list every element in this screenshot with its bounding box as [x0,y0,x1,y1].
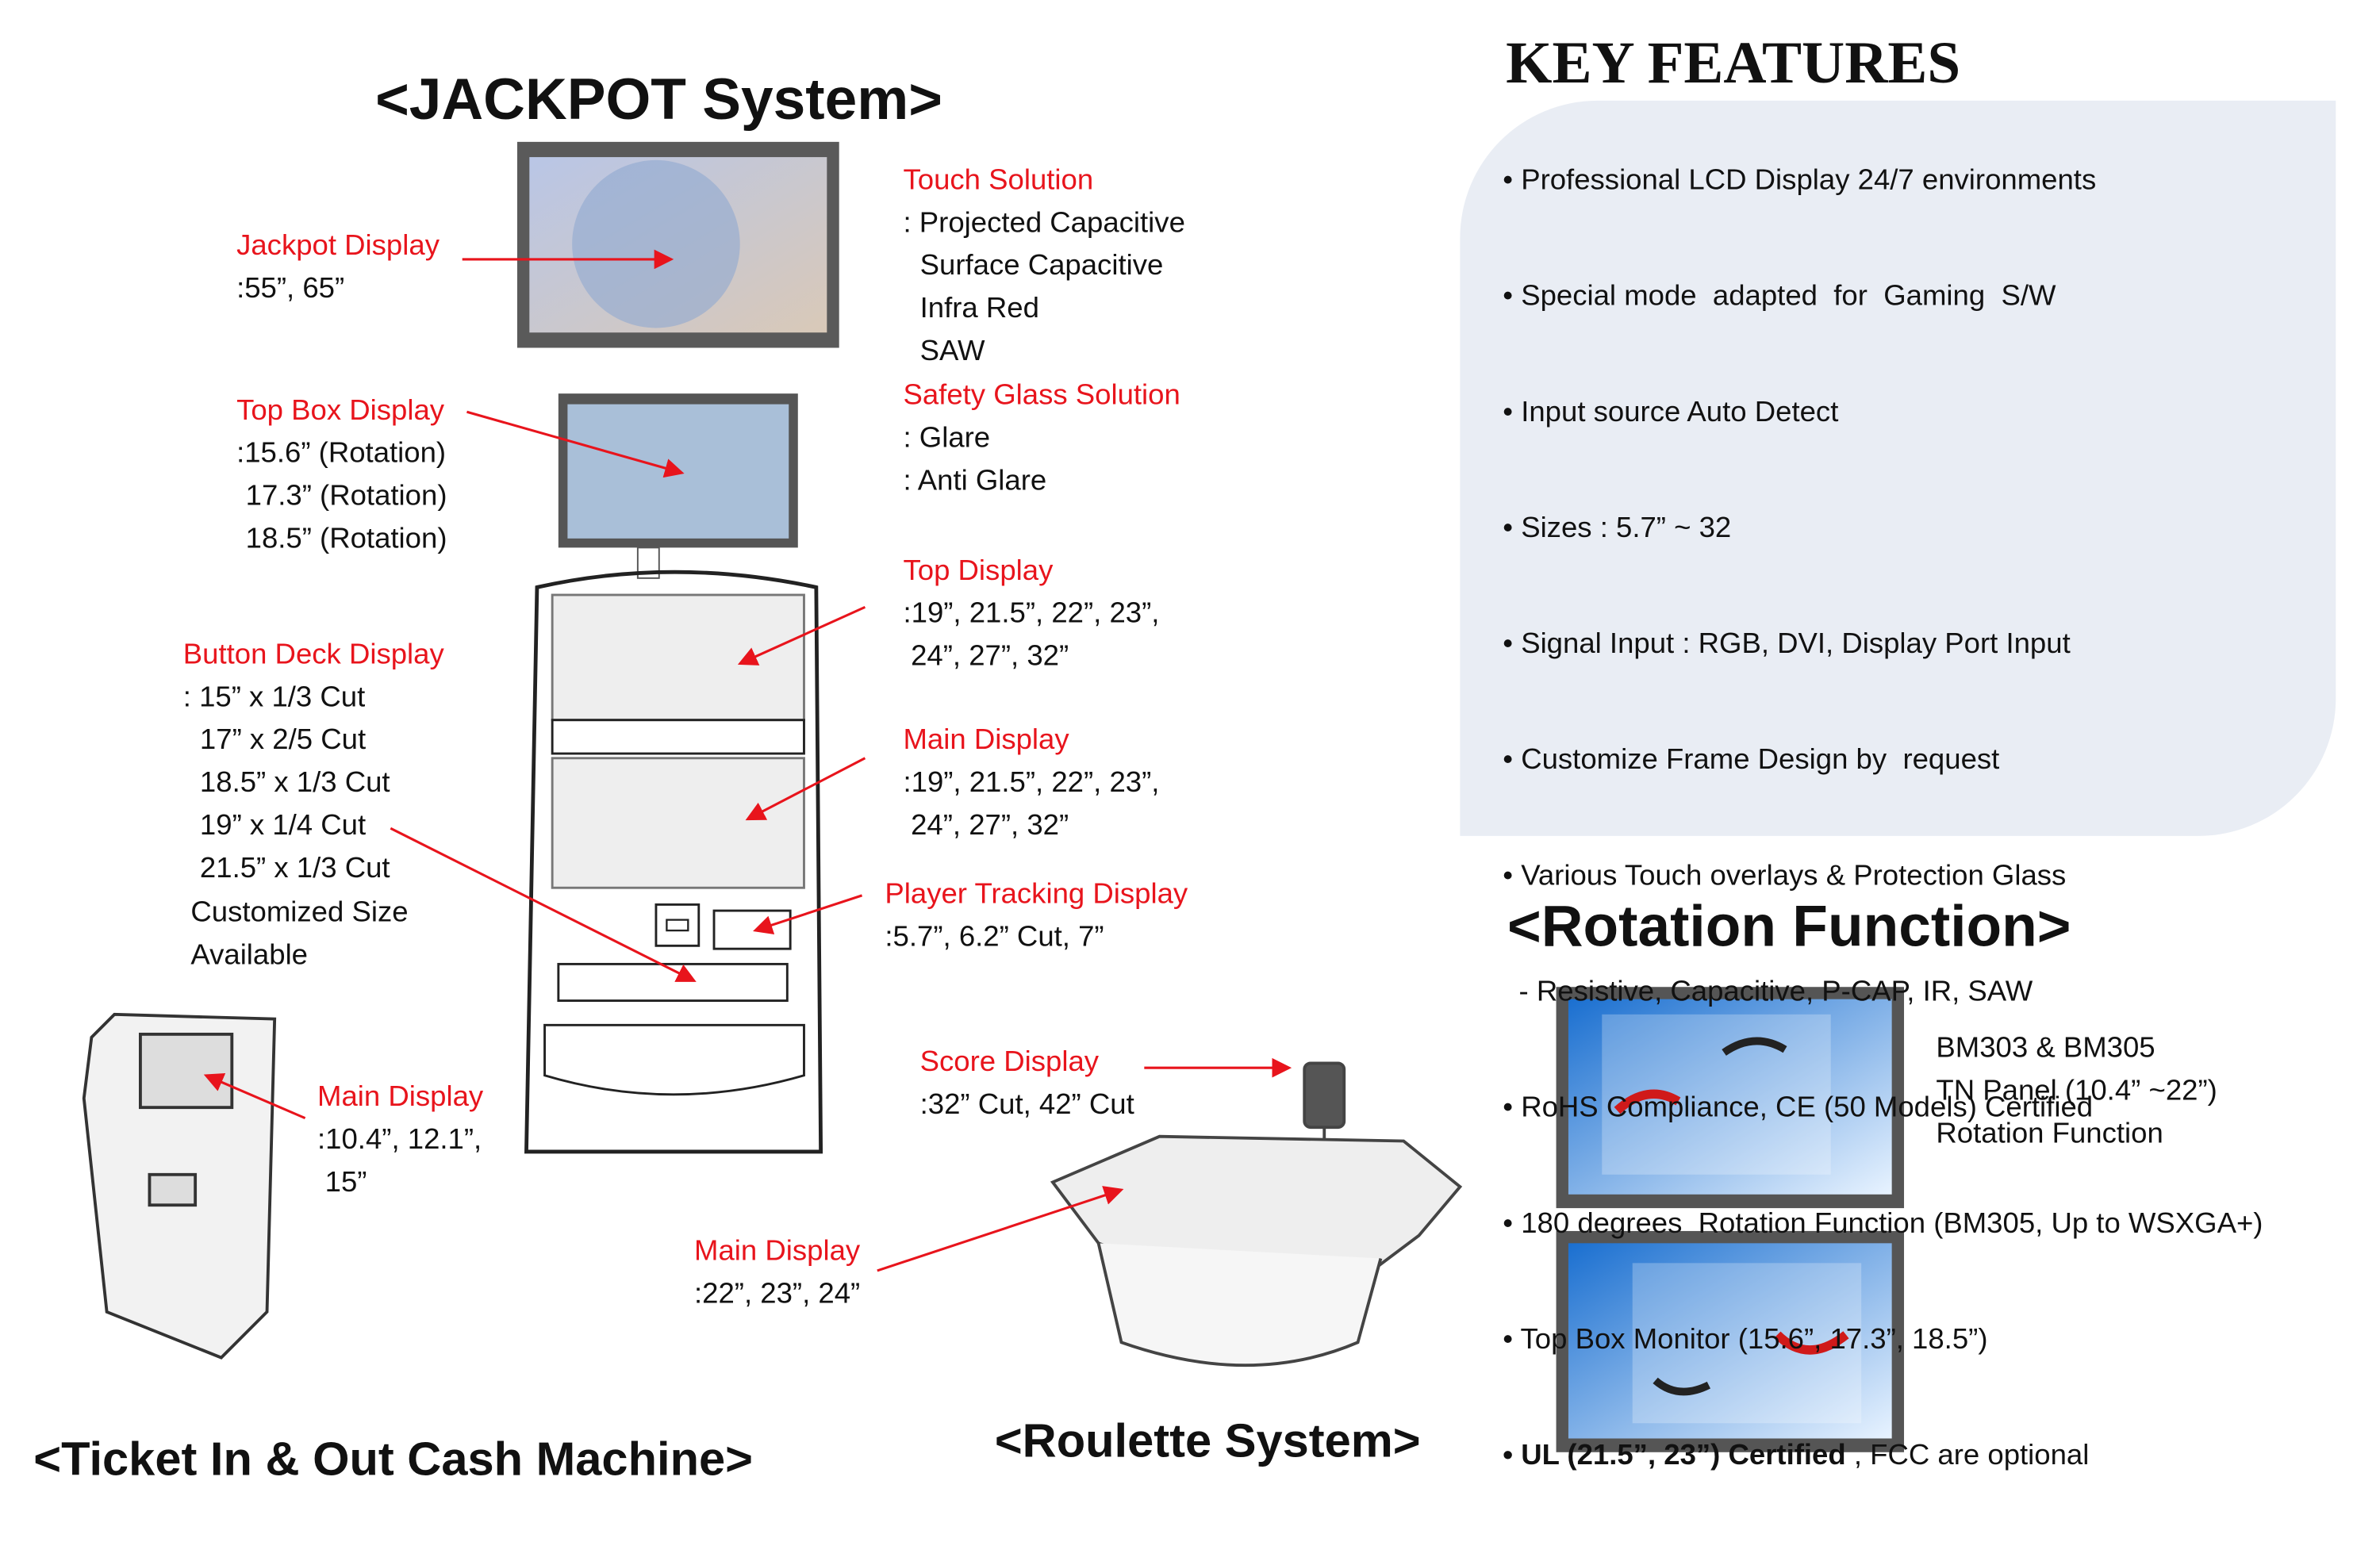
top-box-monitor-image [558,393,798,579]
main-display-sizes: 24”, 27”, 32” [911,810,1069,842]
slot-cabinet-image [524,570,823,1154]
feature-item: • Signal Input : RGB, DVI, Display Port … [1503,628,2071,661]
top-box-size: :15.6” (Rotation) [236,437,447,470]
button-deck-label: Button Deck Display [182,639,444,672]
ticket-main-display-sizes: 15” [324,1167,367,1199]
top-box-size: 17.3” (Rotation) [245,480,447,513]
arrow-player-tracking [753,894,863,935]
player-tracking-sizes: :5.7”, 6.2” Cut, 7” [885,921,1104,953]
top-box-size: 18.5” (Rotation) [245,523,447,556]
button-deck-note: Customized Size [190,896,409,930]
jackpot-display-label: Jackpot Display [236,230,440,263]
touch-solution-item: Surface Capacitive [919,250,1164,282]
top-display-sizes: :19”, 21.5”, 22”, 23”, [903,597,1160,631]
button-deck-size: 17” x 2/5 Cut [199,724,367,757]
rotation-function: Rotation Function [1936,1118,2163,1151]
fcc-optional: , FCC are optional [1845,1440,2090,1472]
jackpot-monitor-image [516,141,839,348]
safety-glass-item: : Glare [903,422,991,455]
ticket-machine-image [82,1012,277,1360]
rotation-models: BM303 & BM305 [1936,1032,2155,1065]
jackpot-display-sizes: :55”, 65” [236,273,345,305]
feature-item: • Special mode adapted for Gaming S/W [1503,280,2056,313]
rotation-title: <Rotation Function> [1507,895,2071,960]
feature-item: • Customize Frame Design by request [1503,744,2000,777]
roulette-main-display-label: Main Display [694,1235,861,1268]
main-display-label: Main Display [903,724,1069,757]
ticket-main-display-label: Main Display [317,1081,484,1114]
feature-item: • 180 degrees Rotation Function (BM305, … [1503,1208,2263,1241]
feature-item: • Professional LCD Display 24/7 environm… [1503,164,2097,198]
safety-glass-label: Safety Glass Solution [903,379,1180,412]
button-deck-size: 19” x 1/4 Cut [199,810,367,842]
jackpot-title: <JACKPOT System> [375,68,942,133]
touch-solution-item: Infra Red [919,293,1039,325]
key-features-list: • Professional LCD Display 24/7 environm… [1503,96,2263,1542]
roulette-main-display-sizes: :22”, 23”, 24” [694,1278,861,1310]
roulette-title: <Roulette System> [994,1414,1421,1468]
button-deck-size: 21.5” x 1/3 Cut [199,853,390,885]
top-display-label: Top Display [903,555,1054,588]
touch-solution-item: : Projected Capacitive [903,207,1185,240]
rotation-panel: TN Panel (10.4” ~22”) [1936,1075,2217,1108]
feature-item: • Top Box Monitor (15.6”, 17.3”, 18.5”) [1503,1324,1988,1356]
key-features-title: KEY FEATURES [1506,30,1961,97]
top-display-sizes: 24”, 27”, 32” [911,640,1069,673]
score-display-label: Score Display [919,1046,1100,1079]
feature-item-ul: • UL (21.5”, 23”) Certified , FCC are op… [1503,1426,2263,1487]
player-tracking-label: Player Tracking Display [885,878,1188,911]
ul-certified: • UL (21.5”, 23”) Certified [1503,1440,1846,1472]
feature-item: • Sizes : 5.7” ~ 32 [1503,512,1732,545]
touch-solution-item: SAW [919,336,985,368]
button-deck-size: : 15” x 1/3 Cut [182,681,366,715]
ticket-main-display-sizes: :10.4”, 12.1”, [317,1124,482,1156]
top-box-display-label: Top Box Display [236,395,445,428]
arrow-roulette-main [877,1186,1124,1272]
touch-solution-label: Touch Solution [903,164,1094,198]
ticket-machine-title: <Ticket In & Out Cash Machine> [33,1432,753,1486]
brochure-page: <JACKPOT System> Jackpot Display :55”, 6… [0,0,2380,1535]
feature-item: - Resistive, Capacitive, P-CAP, IR, SAW [1503,976,2033,1009]
score-display-sizes: :32” Cut, 42” Cut [919,1089,1134,1122]
button-deck-size: 18.5” x 1/3 Cut [199,767,390,800]
main-display-sizes: :19”, 21.5”, 22”, 23”, [903,767,1160,800]
feature-item: • Input source Auto Detect [1503,397,1839,429]
safety-glass-item: : Anti Glare [903,465,1047,497]
button-deck-note: Available [190,939,309,972]
